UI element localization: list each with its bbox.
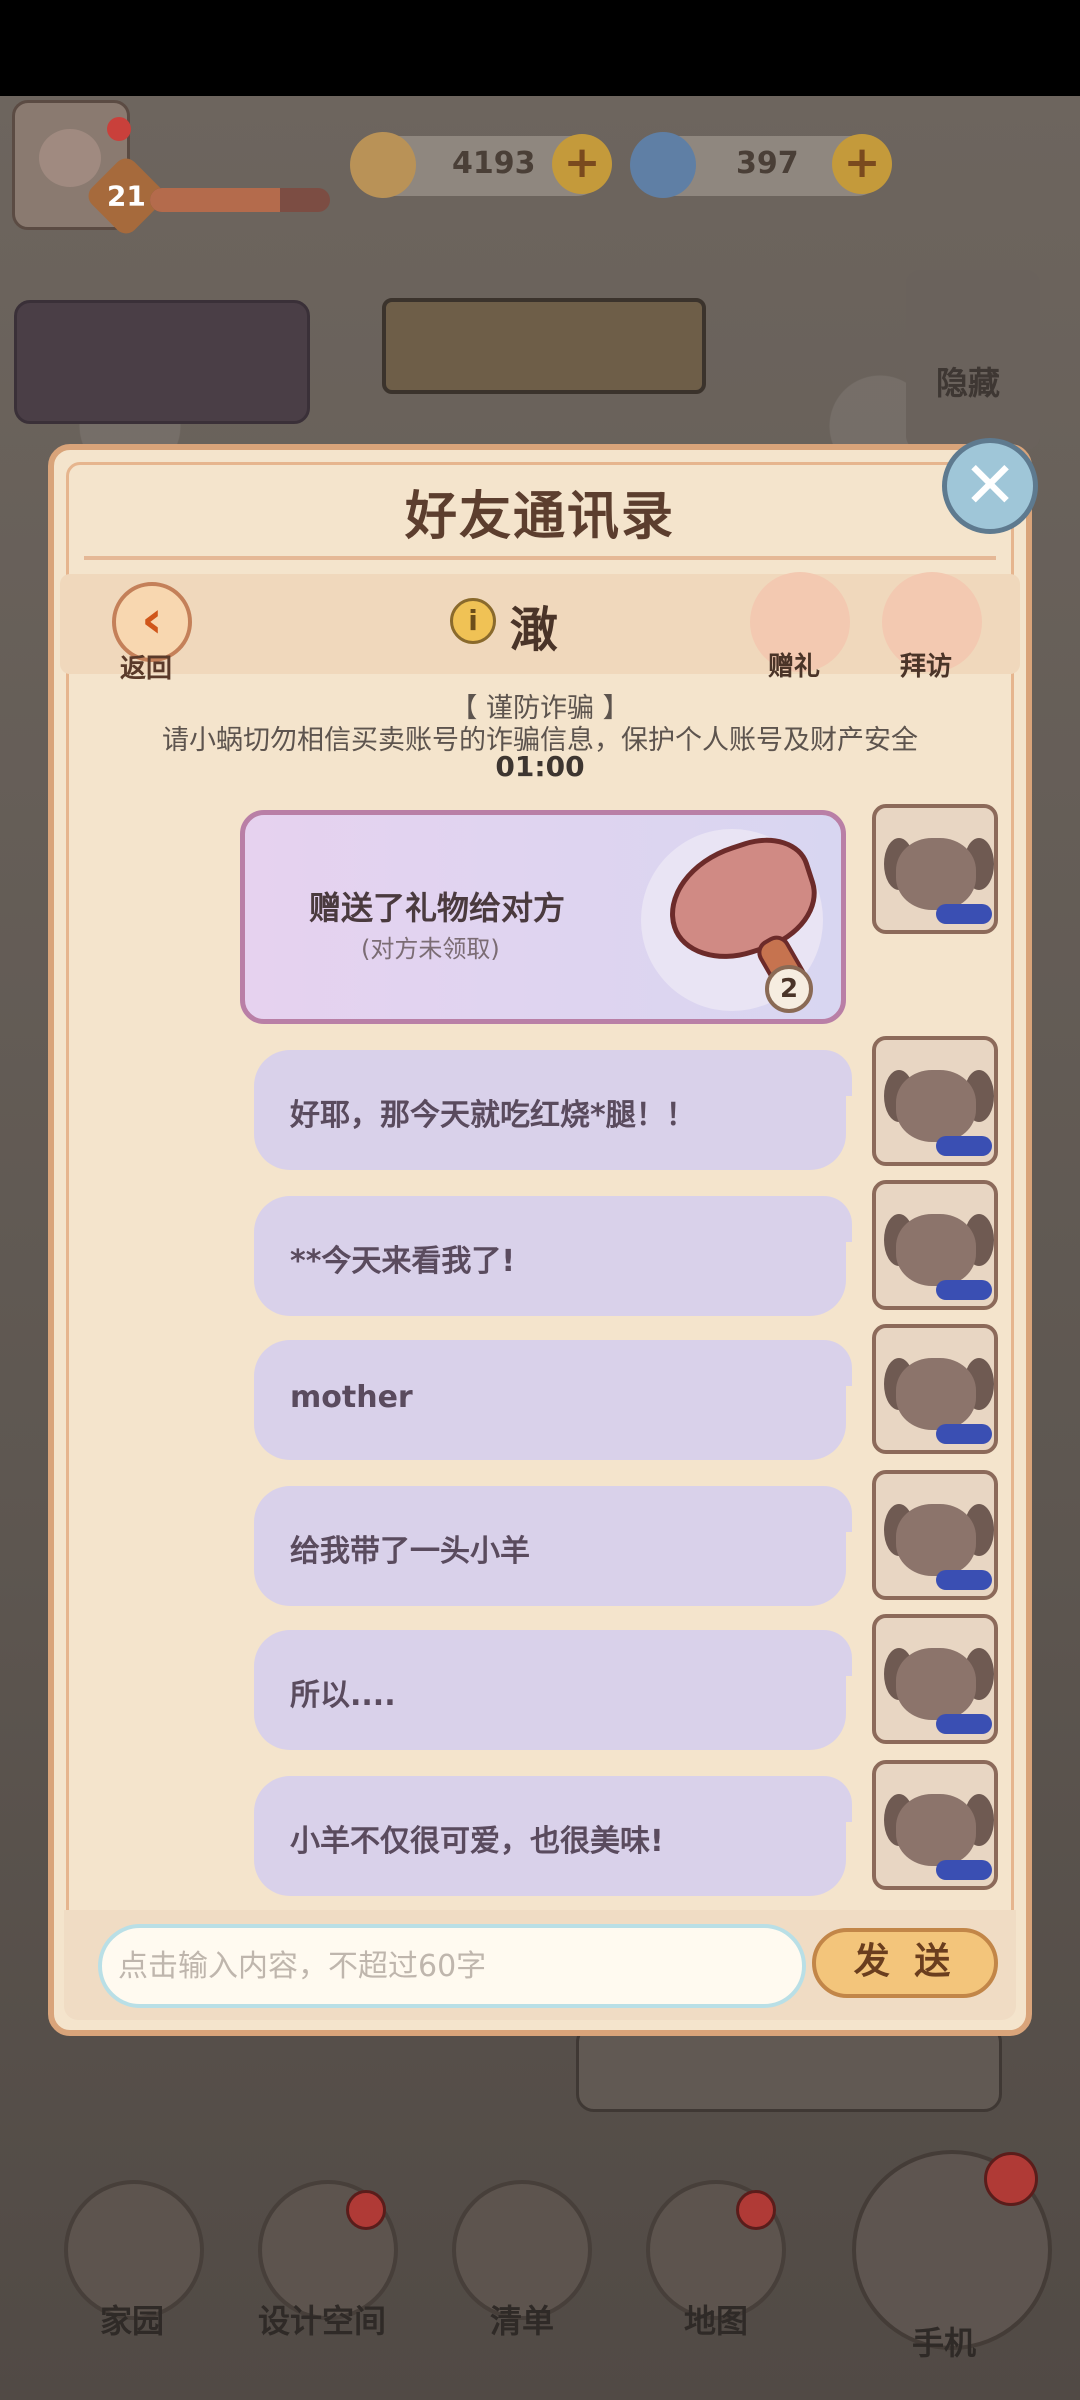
nav-design-label: 设计空间 xyxy=(258,2302,387,2340)
message-input[interactable] xyxy=(98,1924,806,2008)
sender-avatar[interactable] xyxy=(872,1760,998,1890)
hide-ui-button[interactable]: 隐藏 xyxy=(906,270,1040,450)
spiral-gem-icon xyxy=(630,132,696,198)
nav-map-dot xyxy=(736,2190,776,2230)
nav-home-label: 家园 xyxy=(100,2302,165,2340)
gift-count-badge: 2 xyxy=(765,965,813,1013)
xp-bar-fill xyxy=(150,188,280,212)
notification-dot xyxy=(107,117,131,141)
chat-bubble: **今天来看我了! xyxy=(254,1196,852,1316)
side-event-card[interactable] xyxy=(14,300,310,424)
center-banner[interactable] xyxy=(382,298,706,394)
nav-design-dot xyxy=(346,2190,386,2230)
sender-avatar[interactable] xyxy=(872,1180,998,1310)
xp-bar xyxy=(150,188,330,212)
gift-button-label: 赠礼 xyxy=(768,652,821,682)
sender-avatar[interactable] xyxy=(872,1036,998,1166)
chat-bubble: 好耶，那今天就吃红烧*腿！！ xyxy=(254,1050,852,1170)
sender-avatar[interactable] xyxy=(872,1614,998,1744)
dialog-title: 好友通讯录 xyxy=(404,487,675,547)
dog-face-icon xyxy=(39,129,101,187)
friend-name: 澉 xyxy=(510,602,559,658)
add-coins-button[interactable]: + xyxy=(552,134,612,194)
gem-counter: 397 + xyxy=(630,132,892,198)
close-dialog-button[interactable]: ✕ xyxy=(942,438,1038,534)
status-bar xyxy=(0,0,1080,96)
nav-phone-dot xyxy=(984,2152,1038,2206)
nav-map-label: 地图 xyxy=(684,2302,749,2340)
visit-button-label: 拜访 xyxy=(900,652,953,682)
back-label: 返回 xyxy=(120,654,173,684)
chat-bubble: 小羊不仅很可爱，也很美味! xyxy=(254,1776,852,1896)
chat-bubble: mother xyxy=(254,1340,852,1460)
title-divider xyxy=(84,556,996,560)
info-icon[interactable]: i xyxy=(450,598,496,644)
notice-time: 01:00 xyxy=(495,750,585,783)
nav-phone-label: 手机 xyxy=(912,2324,977,2362)
gift-message-card[interactable]: 赠送了礼物给对方 (对方未领取) 2 xyxy=(240,810,846,1024)
chat-bubble: 所以.... xyxy=(254,1630,852,1750)
nav-list-label: 清单 xyxy=(490,2302,555,2340)
sender-avatar[interactable] xyxy=(872,1470,998,1600)
gift-message-status: (对方未领取) xyxy=(361,935,500,963)
add-gems-button[interactable]: + xyxy=(832,134,892,194)
scene-speech-bubble xyxy=(576,2024,1002,2112)
coin-counter: 4193 + xyxy=(350,132,612,198)
send-button[interactable]: 发 送 xyxy=(812,1928,998,1998)
sender-avatar[interactable] xyxy=(872,804,998,934)
gift-message-text: 赠送了礼物给对方 xyxy=(309,889,566,927)
sender-avatar[interactable] xyxy=(872,1324,998,1454)
coin-icon xyxy=(350,132,416,198)
chat-bubble: 给我带了一头小羊 xyxy=(254,1486,852,1606)
